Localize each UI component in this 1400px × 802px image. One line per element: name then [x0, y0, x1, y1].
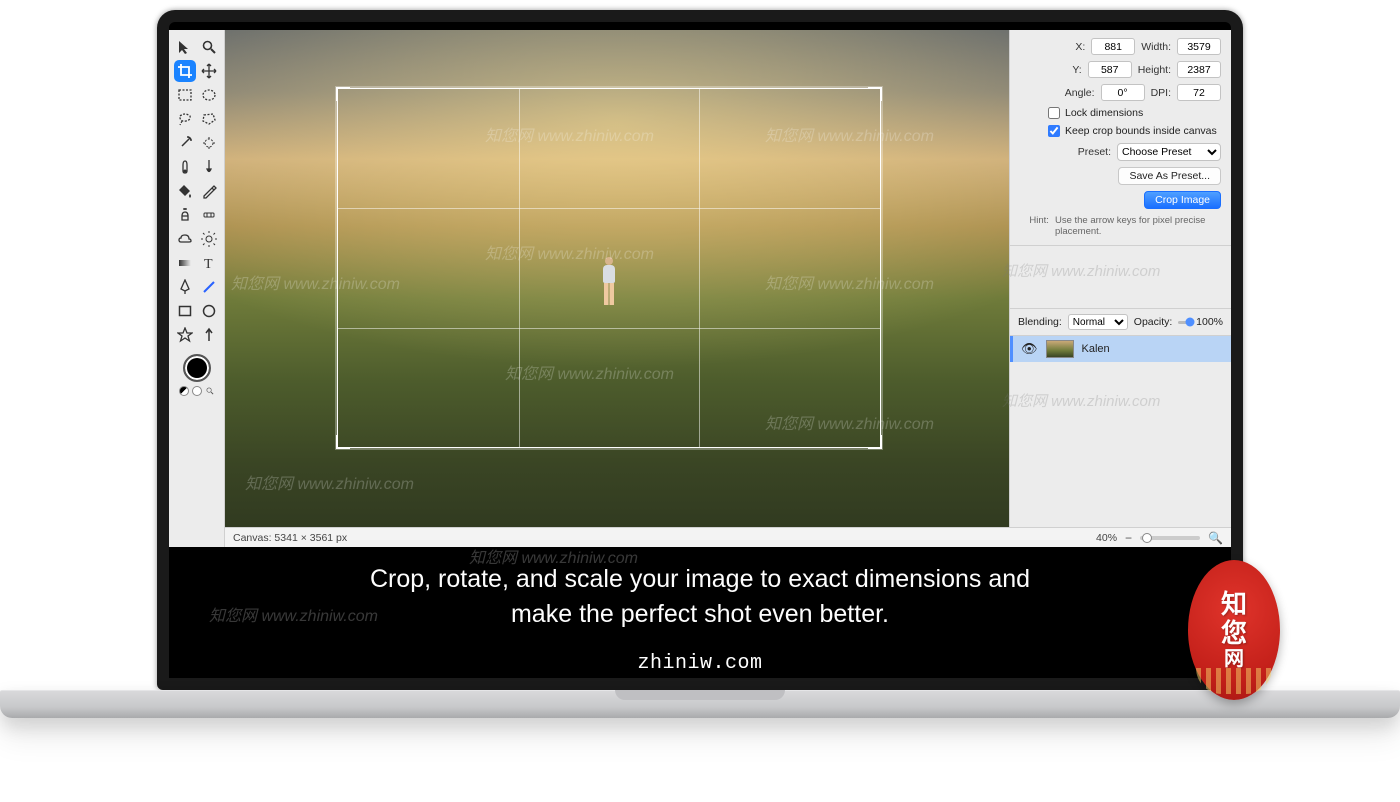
caption-line-1: Crop, rotate, and scale your image to ex… [370, 565, 1030, 593]
lock-dimensions-checkbox[interactable] [1048, 107, 1060, 119]
crop-handle-tl[interactable] [336, 87, 350, 101]
transform-tool[interactable] [198, 60, 220, 82]
brand-seal: 知 您 网 [1188, 560, 1280, 700]
visibility-icon[interactable]: 👁 [1021, 341, 1038, 357]
clone-tool[interactable] [174, 204, 196, 226]
watermark-text: 知您网 www.zhiniw.com [1002, 390, 1160, 411]
blending-label: Blending: [1018, 316, 1062, 328]
background-color-swatch[interactable] [192, 386, 202, 396]
marquee-ellipse-tool[interactable] [198, 84, 220, 106]
x-field[interactable] [1091, 38, 1135, 55]
dpi-label: DPI: [1151, 87, 1171, 99]
fill-tool[interactable] [174, 180, 196, 202]
ellipse-shape-tool[interactable] [198, 300, 220, 322]
laptop-notch [615, 690, 785, 700]
move-tool[interactable] [174, 36, 196, 58]
eyedropper-tool[interactable] [174, 156, 196, 178]
line-tool[interactable] [198, 276, 220, 298]
gradient-tool[interactable] [174, 252, 196, 274]
keep-bounds-checkbox[interactable] [1048, 125, 1060, 137]
hint-label: Hint: [1024, 215, 1049, 237]
opacity-slider[interactable] [1178, 321, 1190, 324]
crop-rectangle[interactable] [337, 88, 881, 448]
hint-text: Use the arrow keys for pixel precise pla… [1055, 215, 1221, 237]
preset-label: Preset: [1078, 146, 1111, 158]
zoom-out-button[interactable]: − [1125, 531, 1132, 545]
layers-list: 👁 Kalen 知您网 www.zhiniw.com [1010, 336, 1231, 527]
y-label: Y: [1072, 64, 1081, 76]
pen-tool[interactable] [174, 276, 196, 298]
quick-select-tool[interactable] [198, 132, 220, 154]
status-bar: Canvas: 5341 × 3561 px 40% − 🔍 [225, 527, 1231, 547]
caption-line-2: make the perfect shot even better. [511, 600, 889, 628]
layer-thumbnail [1046, 340, 1074, 358]
brush-tool[interactable] [198, 156, 220, 178]
marquee-rect-tool[interactable] [174, 84, 196, 106]
keep-bounds-label: Keep crop bounds inside canvas [1065, 125, 1217, 137]
star-shape-tool[interactable] [174, 324, 196, 346]
crop-handle-bl[interactable] [336, 435, 350, 449]
lasso-tool[interactable] [174, 108, 196, 130]
default-colors-icon[interactable] [179, 386, 189, 396]
dpi-field[interactable] [1177, 84, 1221, 101]
canvas-size-label: Canvas: 5341 × 3561 px [233, 532, 347, 544]
zoom-slider[interactable] [1140, 536, 1200, 540]
blending-mode-select[interactable]: Normal [1068, 314, 1128, 330]
width-label: Width: [1141, 41, 1171, 53]
height-label: Height: [1138, 64, 1171, 76]
y-field[interactable] [1088, 61, 1132, 78]
inspector-panel: X: Width: Y: Height: Angle: DPI: [1009, 30, 1231, 547]
zoom-in-button[interactable]: 🔍 [1208, 531, 1223, 545]
x-label: X: [1075, 41, 1085, 53]
opacity-value: 100% [1196, 316, 1223, 328]
tool-palette: T [169, 30, 225, 547]
image-editor-window: T [169, 30, 1231, 547]
preset-select[interactable]: Choose Preset [1117, 143, 1221, 161]
polygon-lasso-tool[interactable] [198, 108, 220, 130]
arrow-shape-tool[interactable] [198, 324, 220, 346]
cloud-tool[interactable] [174, 228, 196, 250]
wand-tool[interactable] [174, 132, 196, 154]
crop-tool[interactable] [174, 60, 196, 82]
crop-handle-br[interactable] [868, 435, 882, 449]
zoom-tool[interactable] [198, 36, 220, 58]
layer-item[interactable]: 👁 Kalen [1010, 336, 1231, 362]
heal-tool[interactable] [198, 204, 220, 226]
foreground-color-swatch[interactable] [183, 354, 211, 382]
width-field[interactable] [1177, 38, 1221, 55]
watermark-text: 知您网 www.zhiniw.com [1002, 260, 1160, 281]
layer-name: Kalen [1082, 343, 1110, 355]
angle-label: Angle: [1065, 87, 1095, 99]
swap-colors-icon[interactable] [205, 386, 215, 396]
rect-shape-tool[interactable] [174, 300, 196, 322]
lock-dimensions-label: Lock dimensions [1065, 107, 1143, 119]
crop-image-button[interactable]: Crop Image [1144, 191, 1221, 209]
caption-url: zhiniw.com [169, 652, 1231, 675]
pencil-tool[interactable] [198, 180, 220, 202]
crop-handle-tr[interactable] [868, 87, 882, 101]
height-field[interactable] [1177, 61, 1221, 78]
text-tool[interactable]: T [198, 252, 220, 274]
zoom-value: 40% [1096, 532, 1117, 544]
canvas-viewport[interactable]: 知您网 www.zhiniw.com 知您网 www.zhiniw.com 知您… [225, 30, 1009, 547]
angle-field[interactable] [1101, 84, 1145, 101]
save-preset-button[interactable]: Save As Preset... [1118, 167, 1221, 185]
svg-text:T: T [204, 257, 213, 271]
opacity-label: Opacity: [1134, 316, 1173, 328]
dodge-burn-tool[interactable] [198, 228, 220, 250]
